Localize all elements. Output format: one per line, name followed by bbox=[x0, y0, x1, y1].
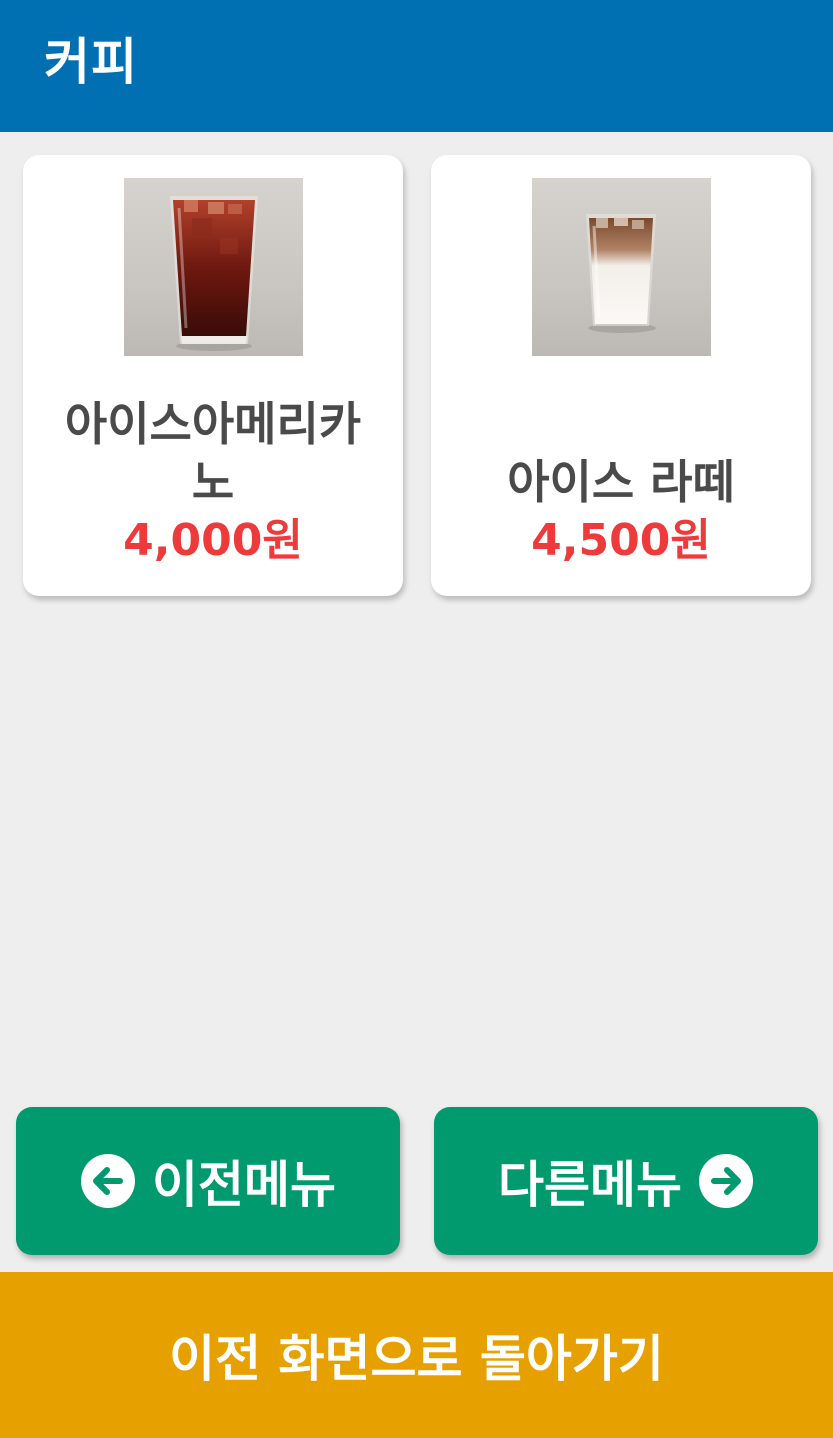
previous-menu-button[interactable]: 이전메뉴 bbox=[16, 1107, 400, 1255]
product-card-iced-latte[interactable]: 아이스 라떼 4,500원 bbox=[431, 155, 811, 596]
back-to-previous-screen-label: 이전 화면으로 돌아가기 bbox=[169, 1330, 664, 1388]
iced-latte-image bbox=[532, 178, 711, 356]
product-price: 4,000원 bbox=[123, 515, 303, 566]
other-menu-label: 다른메뉴 bbox=[498, 1156, 682, 1214]
product-card-iced-americano[interactable]: 아이스아메리카노 4,000원 bbox=[23, 155, 403, 596]
previous-menu-label: 이전메뉴 bbox=[152, 1156, 336, 1214]
arrow-right-circle-icon bbox=[698, 1153, 754, 1209]
header-bar: 커피 bbox=[0, 0, 833, 132]
other-menu-button[interactable]: 다른메뉴 bbox=[434, 1107, 818, 1255]
product-price: 4,500원 bbox=[531, 515, 711, 566]
product-name: 아이스아메리카노 bbox=[64, 397, 362, 509]
page-title: 커피 bbox=[44, 33, 138, 91]
product-name: 아이스 라떼 bbox=[507, 455, 735, 509]
iced-americano-image bbox=[124, 178, 303, 356]
arrow-left-circle-icon bbox=[80, 1153, 136, 1209]
back-to-previous-screen-button[interactable]: 이전 화면으로 돌아가기 bbox=[0, 1272, 833, 1438]
